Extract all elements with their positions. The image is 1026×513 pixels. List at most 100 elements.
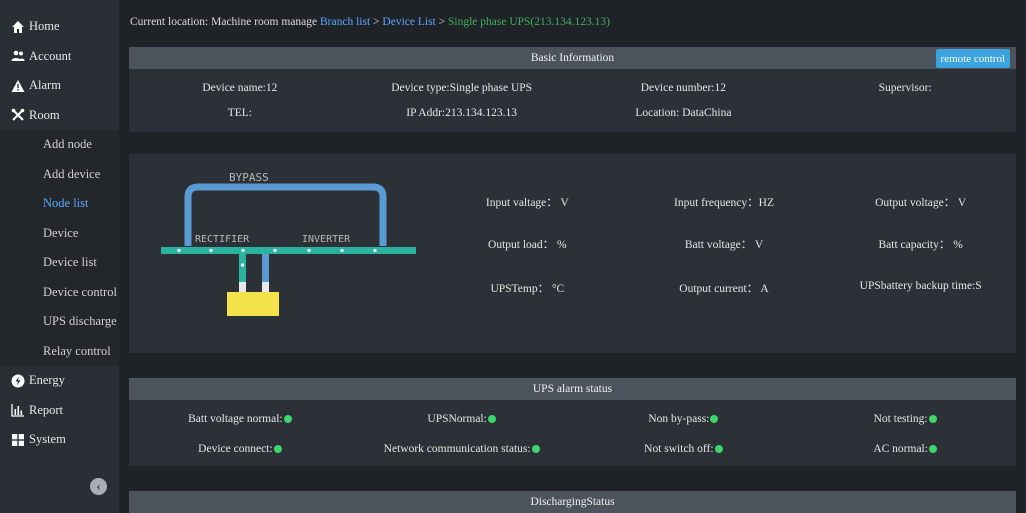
basic-info-row: Device name:12 Device type:Single phase … xyxy=(129,75,1016,100)
inverter-label: INVERTER xyxy=(302,234,351,245)
sidebar-subitem-add-device[interactable]: Add device xyxy=(0,159,119,189)
discharging-status-header: DischargingStatus xyxy=(129,491,1016,513)
alarm-label: Not switch off: xyxy=(644,443,714,455)
sidebar-item-label: Home xyxy=(29,19,60,34)
alarm-status-panel: UPS alarm status Batt voltage normal: UP… xyxy=(129,378,1016,466)
sidebar-item-system[interactable]: System xyxy=(0,425,119,455)
ups-temp: UPSTemp： °C xyxy=(490,283,565,295)
breadcrumb-prefix: Current location: Machine room manage xyxy=(130,16,321,28)
alarm-label: Network communication status: xyxy=(383,443,531,455)
remote-control-button[interactable]: remote control xyxy=(935,49,1010,68)
alarm-item: Network communication status: xyxy=(351,443,573,455)
status-ok-icon xyxy=(714,445,723,454)
alarm-item: AC normal: xyxy=(794,443,1016,455)
basic-info-title: Basic Information xyxy=(530,52,615,64)
tools-icon xyxy=(11,108,25,122)
supervisor: Supervisor: xyxy=(878,81,932,94)
alarm-status-title: UPS alarm status xyxy=(532,383,613,395)
measurement-row: Input valtage： V Input frequency：HZ Outp… xyxy=(429,194,1019,210)
sidebar-item-report[interactable]: Report xyxy=(0,396,119,426)
sidebar-subitem-ups-discharge[interactable]: UPS discharge xyxy=(0,307,119,337)
sidebar-item-label: Report xyxy=(29,402,64,417)
output-current: Output current： A xyxy=(679,283,769,295)
alarm-status-header: UPS alarm status xyxy=(129,378,1016,400)
basic-info-row: TEL: IP Addr:213.134.123.13 Location: Da… xyxy=(129,100,1016,125)
chart-icon xyxy=(11,403,25,417)
status-ok-icon xyxy=(710,415,719,424)
home-icon xyxy=(11,20,25,34)
batt-capacity: Batt capacity： % xyxy=(878,239,963,251)
sidebar: Home Account Alarm Room Add node Add dev… xyxy=(0,0,119,513)
alarm-label: Non by-pass: xyxy=(648,413,710,425)
sidebar-subitem-node-list[interactable]: Node list xyxy=(0,189,119,219)
status-ok-icon xyxy=(487,415,496,424)
alarm-item: Not switch off: xyxy=(573,443,795,455)
basic-info-panel: Basic Information remote control Device … xyxy=(129,47,1016,132)
status-ok-icon xyxy=(928,415,937,424)
device-number: Device number:12 xyxy=(640,81,726,94)
breadcrumb-device-list[interactable]: Device List xyxy=(382,16,435,28)
location: Location: DataChina xyxy=(635,106,732,119)
sidebar-subitem-device-control[interactable]: Device control xyxy=(0,277,119,307)
lightning-icon xyxy=(11,374,25,388)
grid-icon xyxy=(11,433,25,447)
alarm-label: AC normal: xyxy=(873,443,928,455)
device-type: Device type:Single phase UPS xyxy=(391,81,533,94)
alarm-label: UPSNormal: xyxy=(427,413,487,425)
sidebar-item-account[interactable]: Account xyxy=(0,42,119,72)
status-ok-icon xyxy=(531,445,540,454)
discharging-status-panel: DischargingStatus xyxy=(129,491,1016,513)
discharging-status-title: DischargingStatus xyxy=(530,496,615,508)
basic-info-header: Basic Information remote control xyxy=(129,47,1016,69)
sidebar-item-room[interactable]: Room xyxy=(0,101,119,131)
alarm-row: Device connect: Network communication st… xyxy=(129,434,1016,464)
sidebar-item-label: Energy xyxy=(29,373,65,388)
status-ok-icon xyxy=(273,445,282,454)
alarm-item: Device connect: xyxy=(129,443,351,455)
device-name: Device name:12 xyxy=(202,81,278,94)
ip-address: IP Addr:213.134.123.13 xyxy=(406,106,517,119)
sidebar-item-alarm[interactable]: Alarm xyxy=(0,71,119,101)
alarm-row: Batt voltage normal: UPSNormal: Non by-p… xyxy=(129,404,1016,434)
breadcrumb-separator: > xyxy=(370,16,383,28)
ups-status-panel: BYPASS RECTIFIER INVERTER Input valtage：… xyxy=(129,154,1016,353)
sidebar-item-home[interactable]: Home xyxy=(0,12,119,42)
sidebar-item-label: Account xyxy=(29,48,72,63)
input-voltage: Input valtage： V xyxy=(485,197,569,209)
sidebar-item-label: Room xyxy=(29,107,60,122)
rectifier-label: RECTIFIER xyxy=(195,234,250,245)
alarm-label: Not testing: xyxy=(873,413,928,425)
alarm-item: UPSNormal: xyxy=(351,413,573,425)
batt-voltage: Batt voltage： V xyxy=(684,239,764,251)
sidebar-item-label: Alarm xyxy=(29,78,61,93)
sidebar-subitem-add-node[interactable]: Add node xyxy=(0,130,119,160)
chevron-left-icon: ‹ xyxy=(96,479,101,493)
status-ok-icon xyxy=(283,415,292,424)
output-voltage: Output voltage： V xyxy=(875,197,967,209)
collapse-sidebar-button[interactable]: ‹ xyxy=(90,478,107,495)
sidebar-subitem-device[interactable]: Device xyxy=(0,218,119,248)
sidebar-subitem-relay-control[interactable]: Relay control xyxy=(0,336,119,366)
breadcrumb-branch-list[interactable]: Branch list xyxy=(320,16,370,28)
input-frequency: Input frequency：HZ xyxy=(674,197,774,209)
sidebar-top xyxy=(0,0,119,12)
breadcrumb-separator: > xyxy=(435,16,448,28)
alarm-item: Batt voltage normal: xyxy=(129,413,351,425)
battery-backup-time: UPSbattery backup time:S xyxy=(859,280,982,292)
battery-block xyxy=(227,292,279,316)
bypass-label: BYPASS xyxy=(229,171,269,184)
alarm-item: Non by-pass: xyxy=(573,413,795,425)
sidebar-item-label: System xyxy=(29,432,66,447)
sidebar-subitem-device-list[interactable]: Device list xyxy=(0,248,119,278)
sidebar-item-energy[interactable]: Energy xyxy=(0,366,119,396)
measurement-row: UPSTemp： °C Output current： A UPSbattery… xyxy=(429,280,1019,296)
measurement-row: Output load： % Batt voltage： V Batt capa… xyxy=(429,236,1019,252)
tel: TEL: xyxy=(227,106,253,119)
main-bus xyxy=(161,247,416,254)
breadcrumb: Current location: Machine room manage Br… xyxy=(130,16,610,28)
alarm-label: Device connect: xyxy=(198,443,273,455)
ups-diagram: BYPASS RECTIFIER INVERTER xyxy=(161,171,416,316)
users-icon xyxy=(11,49,25,63)
status-ok-icon xyxy=(928,445,937,454)
output-load: Output load： % xyxy=(488,239,567,251)
